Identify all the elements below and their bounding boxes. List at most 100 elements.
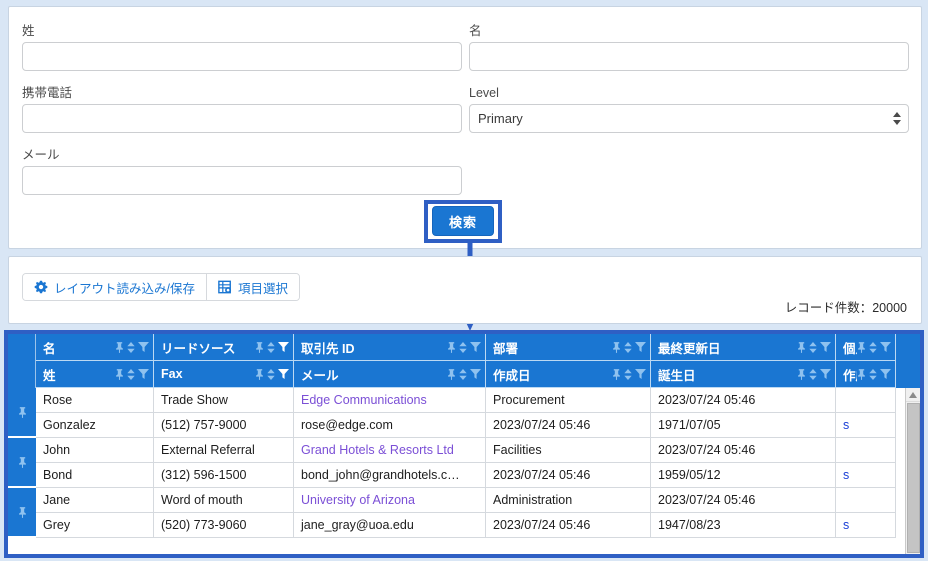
header-icon-group[interactable] xyxy=(612,341,646,353)
header-icon-group[interactable] xyxy=(857,341,891,353)
lastname-input[interactable] xyxy=(22,42,462,71)
firstname-input[interactable] xyxy=(469,42,909,71)
header-icon-group[interactable] xyxy=(447,368,481,380)
filter-icon xyxy=(278,342,289,352)
cell-bottom[interactable]: s xyxy=(836,413,895,438)
filter-icon xyxy=(820,369,831,379)
cell-top[interactable]: Grand Hotels & Resorts Ltd xyxy=(294,438,485,463)
header-label: 作成 xyxy=(843,368,857,383)
row-column-1: External Referral (312) 596-1500 xyxy=(154,438,294,488)
grid-header-cell-bottom-2[interactable]: メール xyxy=(294,361,486,388)
cell-bottom: (520) 773-9060 xyxy=(154,513,293,538)
grid-header-cell-bottom-0[interactable]: 姓 xyxy=(36,361,154,388)
sort-icon xyxy=(809,341,817,353)
grid-header-cell-bottom-3[interactable]: 作成日 xyxy=(486,361,651,388)
pin-icon xyxy=(798,341,805,353)
sort-icon xyxy=(624,341,632,353)
grid-header-cell-top-5[interactable]: 個人 xyxy=(836,334,896,361)
grid-header-cell-top-0[interactable]: 名 xyxy=(36,334,154,361)
row-pin-button[interactable] xyxy=(8,488,36,538)
cell-top[interactable]: University of Arizona xyxy=(294,488,485,513)
cell-bottom[interactable]: s xyxy=(836,463,895,488)
mobile-input[interactable] xyxy=(22,104,462,133)
cell-top: External Referral xyxy=(154,438,293,463)
filter-icon xyxy=(138,369,149,379)
cell-top[interactable] xyxy=(836,388,895,413)
filter-icon xyxy=(470,342,481,352)
row-column-3: Administration 2023/07/24 05:46 xyxy=(486,488,651,538)
header-icon-group[interactable] xyxy=(612,368,646,380)
header-icon-group[interactable] xyxy=(255,368,289,380)
grid-header-cell-bottom-4[interactable]: 誕生日 xyxy=(651,361,836,388)
row-column-4: 2023/07/24 05:46 1947/08/23 xyxy=(651,488,836,538)
cell-bottom[interactable]: s xyxy=(836,513,895,538)
row-column-1: Word of mouth (520) 773-9060 xyxy=(154,488,294,538)
field-lastname: 姓 xyxy=(22,24,462,71)
cell-top[interactable] xyxy=(836,488,895,513)
cell-bottom: Grey xyxy=(36,513,153,538)
header-icon-group[interactable] xyxy=(447,341,481,353)
cell-top[interactable] xyxy=(836,438,895,463)
header-label: 部署 xyxy=(493,341,519,356)
scrollbar-thumb[interactable] xyxy=(907,403,920,553)
cell-bottom: 1947/08/23 xyxy=(651,513,835,538)
row-pin-button[interactable] xyxy=(8,388,36,438)
sort-icon xyxy=(127,341,135,353)
header-icon-group[interactable] xyxy=(115,368,149,380)
header-icon-group[interactable] xyxy=(857,368,891,380)
pin-icon xyxy=(18,456,26,468)
cell-top: Jane xyxy=(36,488,153,513)
header-icon-group[interactable] xyxy=(797,341,831,353)
row-pin-button[interactable] xyxy=(8,438,36,488)
cell-bottom: jane_gray@uoa.edu xyxy=(294,513,485,538)
grid-header-cell-top-3[interactable]: 部署 xyxy=(486,334,651,361)
cell-top[interactable]: Edge Communications xyxy=(294,388,485,413)
search-button[interactable]: 検索 xyxy=(432,206,494,236)
header-gutter-top xyxy=(8,334,36,361)
header-icon-group[interactable] xyxy=(115,341,149,353)
column-select-button[interactable]: 項目選択 xyxy=(205,274,299,300)
row-column-1: Trade Show (512) 757-9000 xyxy=(154,388,294,438)
pin-icon xyxy=(116,341,123,353)
grid-vertical-scrollbar[interactable] xyxy=(905,388,920,554)
filter-icon xyxy=(470,369,481,379)
grid-header-row-bottom: 姓 Fax メール 作成日 誕生日 作成 xyxy=(8,361,920,388)
level-select-wrap[interactable]: Primary xyxy=(469,104,909,133)
header-label: リードソース xyxy=(161,341,236,356)
grid-header-cell-top-2[interactable]: 取引先 ID xyxy=(294,334,486,361)
cell-top: Word of mouth xyxy=(154,488,293,513)
grid-body: Rose Gonzalez Trade Show (512) 757-9000 Edge… xyxy=(8,388,920,554)
scroll-up-arrow-icon[interactable] xyxy=(906,388,920,402)
header-icon-group[interactable] xyxy=(797,368,831,380)
row-columns: John Bond External Referral (312) 596-1500 G… xyxy=(36,438,920,488)
header-icon-group[interactable] xyxy=(255,341,289,353)
sort-icon xyxy=(127,368,135,380)
layout-load-save-button[interactable]: レイアウト読み込み/保存 xyxy=(23,274,206,300)
grid-header-cell-top-4[interactable]: 最終更新日 xyxy=(651,334,836,361)
field-mobile: 携帯電話 xyxy=(22,86,462,133)
sort-icon xyxy=(624,368,632,380)
cell-bottom: rose@edge.com xyxy=(294,413,485,438)
pin-icon xyxy=(448,368,455,380)
results-grid: 名 リードソース 取引先 ID 部署 最終更新日 個人 姓 Fax メール 作成日 誕生日 作成 R… xyxy=(8,334,920,554)
filter-icon xyxy=(880,369,891,379)
row-column-4: 2023/07/24 05:46 1959/05/12 xyxy=(651,438,836,488)
grid-header-cell-bottom-1[interactable]: Fax xyxy=(154,361,294,388)
field-label-level: Level xyxy=(469,86,499,100)
pin-icon xyxy=(448,341,455,353)
level-select-value[interactable]: Primary xyxy=(469,104,909,133)
row-column-3: Facilities 2023/07/24 05:46 xyxy=(486,438,651,488)
sort-icon xyxy=(869,368,877,380)
row-column-5: s xyxy=(836,488,896,538)
header-label: 姓 xyxy=(43,368,56,383)
filter-icon xyxy=(820,342,831,352)
spinner-arrows-icon[interactable] xyxy=(892,109,901,129)
filter-icon xyxy=(278,369,289,379)
pin-icon xyxy=(18,506,26,518)
pin-icon xyxy=(613,341,620,353)
email-input[interactable] xyxy=(22,166,462,195)
grid-header-cell-top-1[interactable]: リードソース xyxy=(154,334,294,361)
filter-icon xyxy=(880,342,891,352)
cell-top: Administration xyxy=(486,488,650,513)
grid-header-cell-bottom-5[interactable]: 作成 xyxy=(836,361,896,388)
